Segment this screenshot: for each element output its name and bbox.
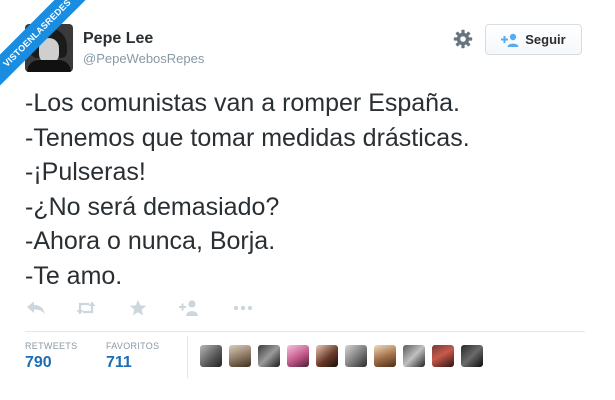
reply-icon[interactable]: [25, 298, 47, 318]
tweet-text: -Los comunistas van a romper España. -Te…: [25, 86, 595, 293]
add-user-icon[interactable]: [178, 298, 200, 318]
favoriter-avatar[interactable]: [229, 345, 251, 367]
favoriter-avatar[interactable]: [345, 345, 367, 367]
user-name[interactable]: Pepe Lee: [83, 30, 153, 48]
favorites-count[interactable]: 711: [106, 354, 132, 372]
favoriter-avatar[interactable]: [258, 345, 280, 367]
gear-icon[interactable]: [453, 29, 473, 49]
favoriter-avatar[interactable]: [316, 345, 338, 367]
retweets-count[interactable]: 790: [25, 354, 52, 372]
tweet-line: -Te amo.: [25, 261, 123, 290]
favoriter-avatar[interactable]: [461, 345, 483, 367]
favoriter-avatar[interactable]: [287, 345, 309, 367]
add-user-icon: [501, 33, 519, 47]
follow-button-label: Seguir: [525, 32, 566, 47]
tweet-line: -¡Pulseras!: [25, 158, 146, 186]
more-icon[interactable]: [232, 298, 254, 318]
retweet-icon[interactable]: [75, 298, 97, 318]
user-handle[interactable]: @PepeWebosRepes: [83, 51, 204, 66]
stats-divider: [187, 336, 188, 378]
divider: [25, 331, 585, 332]
tweet-line: -Tenemos que tomar medidas drásticas.: [25, 123, 470, 152]
favoriter-avatar[interactable]: [374, 345, 396, 367]
tweet-line: -Ahora o nunca, Borja.: [25, 227, 276, 255]
retweets-label: RETWEETS: [25, 341, 78, 351]
favoriter-avatar[interactable]: [200, 345, 222, 367]
follow-button[interactable]: Seguir: [485, 24, 582, 55]
star-icon[interactable]: [127, 298, 149, 318]
favorites-label: FAVORITOS: [106, 341, 160, 351]
tweet-line: -¿No será demasiado?: [25, 192, 280, 221]
favoriter-avatar[interactable]: [403, 345, 425, 367]
tweet-line: -Los comunistas van a romper España.: [25, 89, 460, 117]
favoriter-avatar[interactable]: [432, 345, 454, 367]
